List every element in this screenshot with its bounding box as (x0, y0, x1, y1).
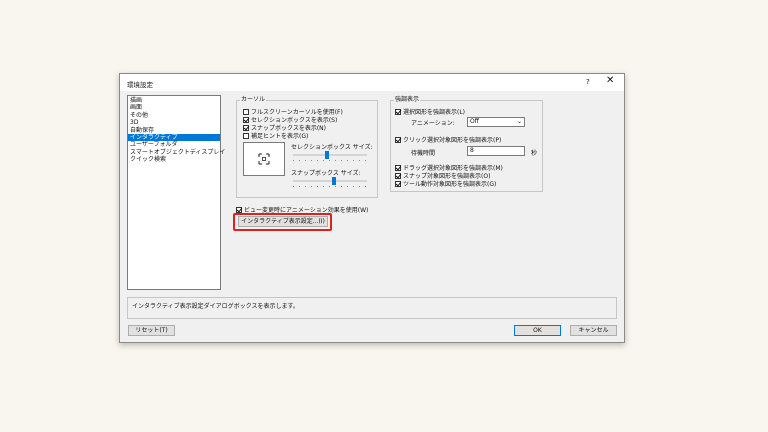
reset-button[interactable]: リセット(T) (128, 325, 175, 336)
snap-box-checkbox[interactable] (243, 124, 249, 131)
cursor-preview (243, 142, 285, 176)
supplementary-hint-checkbox[interactable] (243, 132, 249, 139)
hover-highlight-label: 選択図形を強調表示(L) (403, 109, 466, 116)
category-item-3d[interactable]: 3D (128, 119, 220, 126)
category-item-user-folders[interactable]: ユーザーフォルダ (128, 141, 220, 148)
highlight-annotation-box (233, 213, 332, 231)
supplementary-hint-label: 補足ヒントを表示(G) (251, 133, 309, 140)
drag-highlight-checkbox[interactable] (395, 164, 401, 171)
cursor-group: カーソル フルスクリーンカーソルを使用(F) セレクションボックスを表示(S) … (236, 96, 378, 198)
help-button[interactable]: ? (586, 78, 590, 86)
preferences-dialog: 環境設定 ? ✕ 描画 画面 その他 3D 自動保存 インタラクティブ ユーザー… (119, 73, 625, 343)
wait-time-input[interactable]: 8 (467, 146, 525, 156)
highlight-group: 強調表示 選択図形を強調表示(L) アニメーション: Off ⌄ クリック選択対… (390, 96, 543, 192)
click-highlight-option[interactable]: クリック選択対象図形を強調表示(P) (395, 135, 501, 144)
ok-button[interactable]: OK (514, 325, 561, 336)
tool-target-highlight-checkbox[interactable] (395, 180, 401, 187)
wait-time-unit: 秒 (531, 150, 538, 157)
animation-label: アニメーション: (411, 120, 455, 127)
view-change-animation-checkbox[interactable] (236, 206, 242, 213)
animation-select[interactable]: Off ⌄ (467, 117, 525, 127)
snap-box-size-thumb[interactable] (332, 177, 336, 185)
supplementary-hint-option[interactable]: 補足ヒントを表示(G) (243, 131, 308, 140)
category-item-other[interactable]: その他 (128, 112, 220, 119)
snap-box-size-label: スナップボックス サイズ: (291, 170, 361, 177)
description-text: インタラクティブ表示設定ダイアログボックスを表示します。 (132, 303, 299, 310)
cursor-group-title: カーソル (240, 96, 267, 104)
selection-box-size-slider[interactable] (293, 151, 367, 161)
crosshair-box-icon (258, 153, 270, 165)
fullscreen-cursor-checkbox[interactable] (243, 108, 249, 115)
animation-value: Off (470, 118, 479, 125)
dialog-title: 環境設定 (127, 81, 153, 89)
description-panel: インタラクティブ表示設定ダイアログボックスを表示します。 (127, 297, 617, 319)
tool-target-highlight-label: ツール動作対象図形を強調表示(G) (403, 181, 497, 188)
category-item-quick-search[interactable]: クイック検索 (128, 156, 220, 163)
selection-box-checkbox[interactable] (243, 116, 249, 123)
click-highlight-checkbox[interactable] (395, 136, 401, 143)
cancel-button[interactable]: キャンセル (570, 325, 617, 336)
chevron-down-icon: ⌄ (516, 118, 522, 125)
click-highlight-label: クリック選択対象図形を強調表示(P) (403, 137, 502, 144)
snap-target-highlight-checkbox[interactable] (395, 172, 401, 179)
wait-time-label: 待機時間 (411, 150, 436, 157)
hover-highlight-checkbox[interactable] (395, 108, 401, 115)
selection-box-size-thumb[interactable] (325, 151, 329, 159)
snap-box-size-slider[interactable] (293, 177, 367, 187)
category-item-autosave[interactable]: 自動保存 (128, 127, 220, 134)
category-list[interactable]: 描画 画面 その他 3D 自動保存 インタラクティブ ユーザーフォルダ スマート… (127, 95, 225, 290)
close-button[interactable]: ✕ (606, 76, 614, 86)
selection-box-size-label: セレクションボックス サイズ: (291, 144, 373, 151)
highlight-group-title: 強調表示 (394, 96, 421, 104)
tool-target-highlight-option[interactable]: ツール動作対象図形を強調表示(G) (395, 179, 496, 188)
title-bar: 環境設定 ? ✕ (120, 74, 624, 91)
category-item-display[interactable]: 画面 (128, 104, 220, 111)
category-item-drawing[interactable]: 描画 (128, 97, 220, 104)
hover-highlight-option[interactable]: 選択図形を強調表示(L) (395, 107, 465, 116)
